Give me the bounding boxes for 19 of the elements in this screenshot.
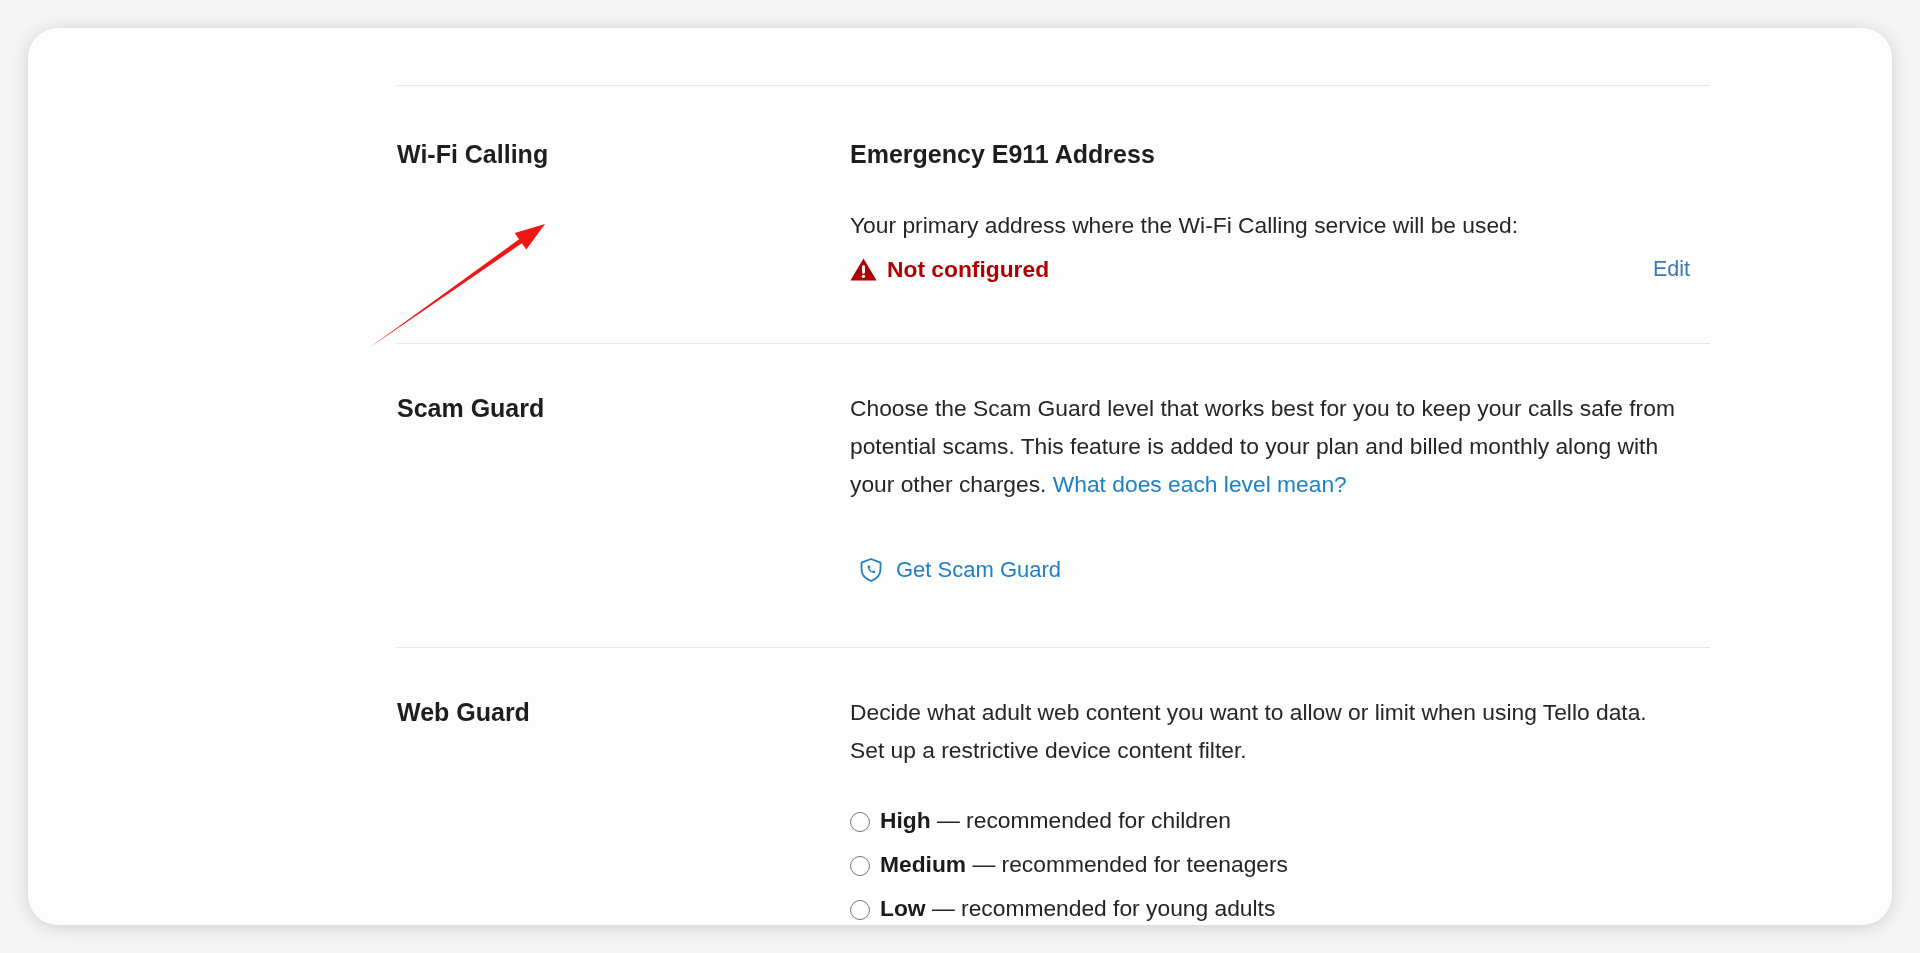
description-text: Decide what adult web content you want to allow or limit when using Tello data. Set up a restrictive device content filter. [850,698,1647,765]
edit-link[interactable]: Edit [1652,256,1690,282]
section-heading: Emergency E911 Address [850,139,1155,170]
section-title: Web Guard [397,697,530,728]
shield-icon [860,558,882,582]
status-text: Not configured [887,255,1050,283]
section-title: Scam Guard [397,393,545,424]
option-label[interactable]: High — recommended for children [880,805,1231,835]
option-label[interactable]: Low — recommended for young adults [880,893,1276,923]
warning-icon [850,257,877,281]
get-scam-guard-button[interactable]: Get Scam Guard [850,551,1072,589]
option-label[interactable]: Medium — recommended for teenagers [880,849,1288,879]
level-info-link[interactable]: What does each level mean? [1052,471,1347,497]
description-text: Choose the Scam Guard level that works best for you to keep your calls safe from potential scams. This feature is added to your plan and billed monthly along with your other charges. What does each level mean? [850,394,1676,499]
description-text: Your primary address where the Wi-Fi Calling service will be used: [850,211,1519,240]
radio-button[interactable] [850,900,870,920]
section-title: Wi-Fi Calling [397,139,549,170]
radio-button[interactable] [850,812,870,832]
radio-button[interactable] [850,856,870,876]
